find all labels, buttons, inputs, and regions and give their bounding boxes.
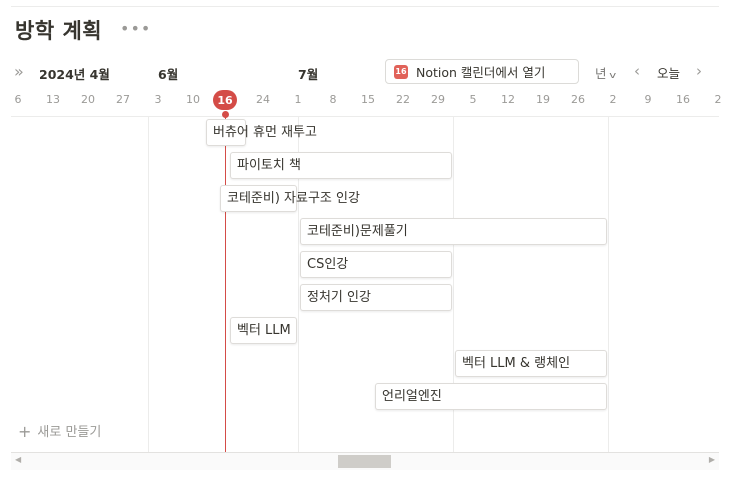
scroll-left-icon[interactable]: ◀: [15, 455, 21, 464]
day-label: 6: [14, 93, 22, 106]
chevron-right-icon[interactable]: ›: [696, 62, 702, 80]
top-divider: [11, 6, 719, 7]
day-label: 9: [644, 93, 652, 106]
today-date-marker: 16: [213, 90, 237, 110]
open-in-notion-calendar-button[interactable]: 16 Notion 캘린더에서 열기: [385, 59, 579, 84]
task-card[interactable]: 정처기 인강: [300, 284, 452, 311]
day-scale: 6 13 20 27 3 10 16 24 1 8 15 22 29 5 12 …: [0, 90, 746, 110]
more-options-icon[interactable]: •••: [120, 21, 151, 37]
chevron-down-icon: v: [608, 71, 616, 81]
task-card[interactable]: 파이토치 책: [230, 152, 452, 179]
month-gridline: [148, 117, 149, 452]
day-label: 20: [81, 93, 95, 106]
day-label: 3: [154, 93, 162, 106]
task-card[interactable]: 코테준비)문제풀기: [300, 218, 607, 245]
day-label: 1: [294, 93, 302, 106]
task-card[interactable]: 벡터 LLM & 랭체인: [455, 350, 607, 377]
scroll-right-icon[interactable]: ▶: [709, 455, 715, 464]
page-title[interactable]: 방학 계획: [15, 15, 102, 45]
day-label: 5: [469, 93, 477, 106]
month-label-july: 7월: [298, 67, 319, 82]
scroll-thumb[interactable]: [338, 455, 391, 468]
task-card[interactable]: 벡터 LLM: [230, 317, 297, 344]
day-label: 15: [361, 93, 375, 106]
task-card[interactable]: 버츄어 휴먼 재투고: [206, 119, 317, 146]
day-label: 22: [396, 93, 410, 106]
new-item-label: 새로 만들기: [37, 425, 102, 440]
month-gridline: [608, 117, 609, 452]
day-label: 13: [46, 93, 60, 106]
timeline-grid: 버츄어 휴먼 재투고 파이토치 책 코테준비) 자료구조 인강 코테준비)문제풀…: [11, 117, 719, 452]
task-card[interactable]: CS인강: [300, 251, 452, 278]
month-label-june: 6월: [158, 67, 179, 82]
plus-icon: +: [18, 422, 32, 441]
calendar-icon: 16: [394, 64, 408, 79]
double-chevron-icon[interactable]: »: [14, 62, 24, 81]
horizontal-scrollbar[interactable]: ◀ ▶: [11, 452, 719, 470]
today-button[interactable]: 오늘: [657, 63, 680, 82]
day-label: 27: [116, 93, 130, 106]
task-card[interactable]: 언리얼엔진: [375, 383, 607, 410]
today-dot: [222, 111, 229, 118]
day-label: 12: [501, 93, 515, 106]
day-label: 8: [329, 93, 337, 106]
day-label: 16: [676, 93, 690, 106]
day-label: 26: [571, 93, 585, 106]
task-card[interactable]: 코테준비) 자료구조 인강: [220, 185, 360, 212]
new-item-button[interactable]: + 새로 만들기: [18, 421, 101, 441]
day-label: 10: [186, 93, 200, 106]
month-label-april: 2024년 4월: [39, 67, 110, 82]
open-in-notion-calendar-label: Notion 캘린더에서 열기: [416, 65, 546, 80]
day-label: 2: [609, 93, 617, 106]
range-select-label: 년: [595, 66, 607, 81]
timeline-toolbar: » 2024년 4월 6월 7월 16 Notion 캘린더에서 열기 년v ‹…: [0, 59, 746, 86]
day-label: 2: [714, 93, 722, 106]
today-line: [225, 117, 226, 452]
day-label: 19: [536, 93, 550, 106]
day-label: 29: [431, 93, 445, 106]
range-select[interactable]: 년v: [595, 63, 616, 82]
chevron-left-icon[interactable]: ‹: [634, 62, 640, 80]
day-label: 24: [256, 93, 270, 106]
